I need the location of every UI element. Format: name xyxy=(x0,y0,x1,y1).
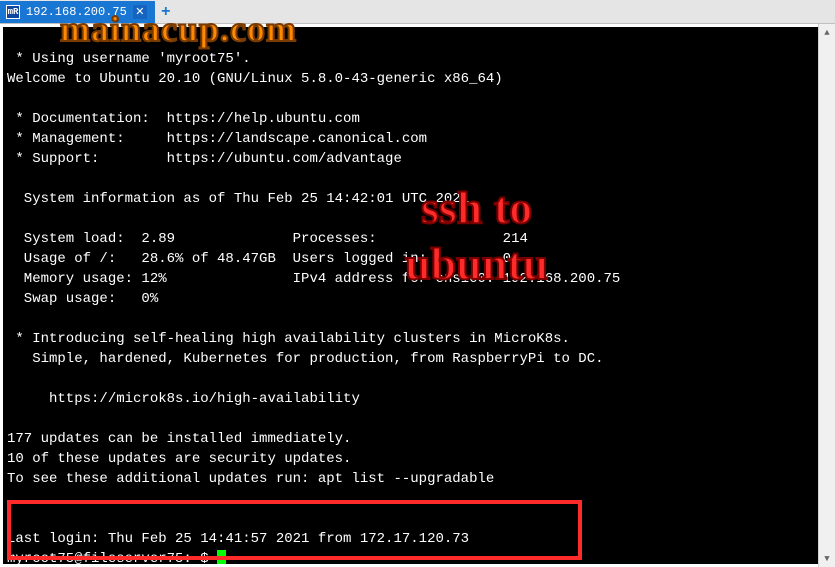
close-icon[interactable]: ✕ xyxy=(133,5,147,19)
terminal-line: Welcome to Ubuntu 20.10 (GNU/Linux 5.8.0… xyxy=(7,71,503,87)
terminal-line: Swap usage: 0% xyxy=(7,291,158,307)
terminal-line: 10 of these updates are security updates… xyxy=(7,451,351,467)
tab-label: 192.168.200.75 xyxy=(26,5,127,19)
terminal[interactable]: * Using username 'myroot75'. Welcome to … xyxy=(3,27,832,564)
vertical-scrollbar[interactable]: ▲ ▼ xyxy=(818,24,835,567)
terminal-line: * Using username 'myroot75'. xyxy=(7,51,251,67)
terminal-line: * Documentation: https://help.ubuntu.com xyxy=(7,111,360,127)
terminal-line: Simple, hardened, Kubernetes for product… xyxy=(7,351,604,367)
terminal-line: System information as of Thu Feb 25 14:4… xyxy=(7,191,469,207)
terminal-line: System load: 2.89 Processes: 214 xyxy=(7,231,528,247)
terminal-line: Memory usage: 12% IPv4 address for ens16… xyxy=(7,271,620,287)
scroll-up-icon[interactable]: ▲ xyxy=(819,24,835,41)
new-tab-button[interactable]: + xyxy=(157,3,175,21)
terminal-line: * Support: https://ubuntu.com/advantage xyxy=(7,151,402,167)
terminal-line: 177 updates can be installed immediately… xyxy=(7,431,351,447)
terminal-cursor xyxy=(217,550,226,564)
tab-app-icon: mR xyxy=(6,5,20,19)
terminal-line: To see these additional updates run: apt… xyxy=(7,471,494,487)
terminal-container: * Using username 'myroot75'. Welcome to … xyxy=(0,24,835,567)
terminal-line: Usage of /: 28.6% of 48.47GB Users logge… xyxy=(7,251,511,267)
scroll-down-icon[interactable]: ▼ xyxy=(819,550,835,567)
terminal-line: * Management: https://landscape.canonica… xyxy=(7,131,427,147)
tab-bar: mR 192.168.200.75 ✕ + xyxy=(0,0,835,24)
session-tab[interactable]: mR 192.168.200.75 ✕ xyxy=(0,1,155,23)
terminal-line: https://microk8s.io/high-availability xyxy=(7,391,360,407)
terminal-line: Last login: Thu Feb 25 14:41:57 2021 fro… xyxy=(7,531,469,547)
terminal-prompt: myroot75@fileserver75:~$ xyxy=(7,551,217,564)
terminal-line: * Introducing self-healing high availabi… xyxy=(7,331,570,347)
